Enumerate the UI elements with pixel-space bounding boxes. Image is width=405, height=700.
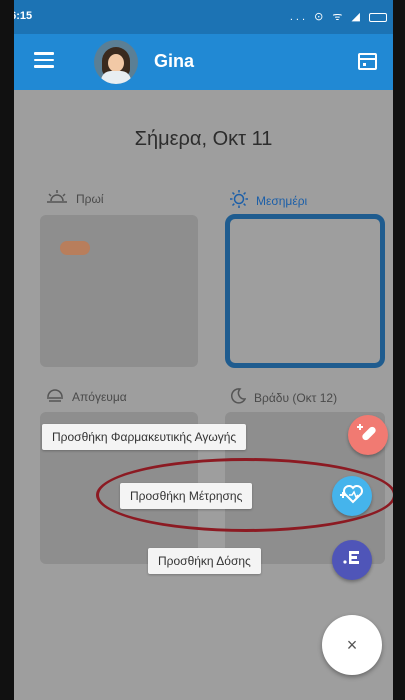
battery-icon (369, 12, 387, 22)
dose-icon (342, 548, 362, 572)
status-icons: ... ⊙ ᯤ ◢ (290, 9, 387, 24)
pill-plus-icon (357, 422, 379, 448)
period-label-morning: Πρωί (46, 190, 104, 208)
sunset-icon (46, 388, 64, 406)
add-medication-button[interactable] (348, 415, 388, 455)
sun-icon (230, 190, 248, 212)
moon-icon (230, 388, 247, 408)
slot-noon[interactable] (225, 214, 385, 368)
period-label-noon: Μεσημέρι (230, 190, 307, 212)
add-medication-label[interactable]: Προσθήκη Φαρμακευτικής Αγωγής (42, 424, 247, 450)
device-frame-left (0, 0, 14, 700)
close-fab-button[interactable]: × (322, 615, 382, 675)
user-name: Gina (154, 51, 195, 71)
period-noon-text: Μεσημέρι (256, 194, 308, 208)
annotation-ellipse (96, 458, 396, 532)
add-dose-button[interactable] (332, 540, 372, 580)
app-bar: Gina (14, 34, 393, 90)
menu-icon[interactable] (34, 52, 54, 68)
pill-icon[interactable] (60, 241, 90, 255)
avatar[interactable] (94, 40, 138, 84)
period-evening-text: Βράδυ (Οκτ 12) (254, 391, 338, 405)
date-title: Σήμερα, Οκτ 11 (134, 128, 273, 150)
period-label-evening: Βράδυ (Οκτ 12) (230, 388, 337, 408)
close-icon: × (346, 634, 358, 655)
sunrise-icon (46, 190, 68, 208)
device-frame-right (393, 0, 405, 700)
add-dose-label[interactable]: Προσθήκη Δόσης (148, 548, 261, 574)
calendar-icon[interactable] (358, 53, 377, 70)
period-morning-text: Πρωί (76, 192, 104, 206)
period-label-afternoon: Απόγευμα (46, 388, 127, 406)
period-afternoon-text: Απόγευμα (72, 390, 127, 404)
app-screen: 16:15 ... ⊙ ᯤ ◢ Gina Σήμερα, Οκτ 11 Πρωί… (0, 0, 405, 700)
status-bar: 16:15 ... ⊙ ᯤ ◢ (4, 0, 393, 34)
slot-morning[interactable] (40, 215, 198, 367)
